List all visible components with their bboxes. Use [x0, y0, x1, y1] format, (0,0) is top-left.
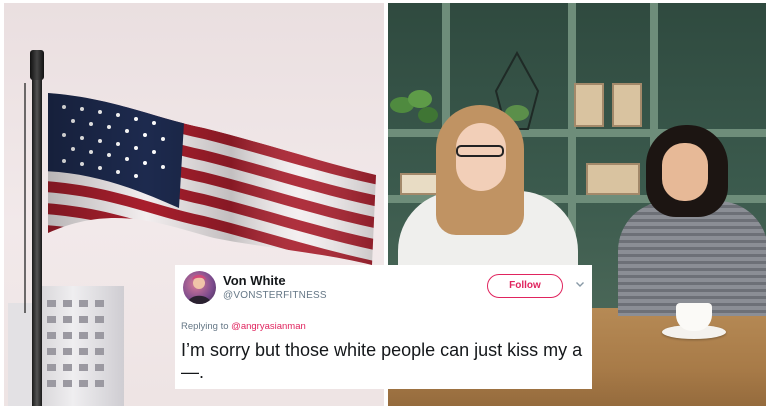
follow-button[interactable]: Follow	[487, 274, 563, 298]
shelf-frame	[586, 163, 640, 195]
woman-face	[662, 143, 708, 201]
cup-body	[676, 303, 712, 331]
chevron-down-icon[interactable]	[575, 279, 585, 289]
tweet-text: I’m sorry but those white people can jus…	[181, 340, 583, 382]
woman-striped-sweater	[618, 201, 766, 316]
avatar-image	[187, 274, 212, 304]
user-handle[interactable]: @VONSTERFITNESS	[223, 290, 327, 301]
flag-pole	[32, 53, 42, 406]
plant	[390, 90, 438, 123]
woman-face	[456, 123, 506, 191]
replying-prefix: Replying to	[181, 321, 229, 332]
display-name[interactable]: Von White	[223, 273, 286, 288]
shelf-frame	[574, 83, 604, 127]
glasses	[456, 145, 504, 157]
tweet-card: Von White @VONSTERFITNESS Follow Replyin…	[175, 265, 592, 389]
shelf-frame	[612, 83, 642, 127]
books	[400, 173, 440, 195]
flag-pole-top	[30, 50, 44, 80]
avatar[interactable]	[183, 271, 216, 304]
mention-link[interactable]: @angryasianman	[231, 321, 306, 332]
coffee-cup	[662, 301, 726, 341]
replying-to-line: Replying to @angryasianman	[181, 321, 306, 332]
